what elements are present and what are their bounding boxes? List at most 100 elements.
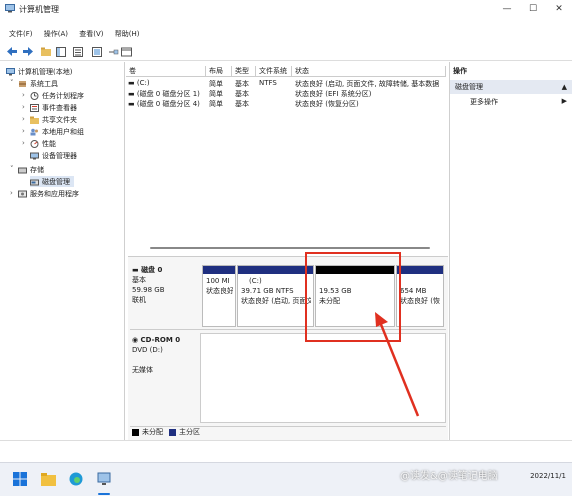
volume-name: (C:) (136, 79, 150, 87)
layout-cell: 简单 (209, 100, 223, 108)
disk0-info[interactable]: ▬ 磁盘 0 基本 59.98 GB 联机 (132, 265, 198, 305)
column-header-filesystem[interactable]: 文件系统 (256, 66, 292, 77)
tree-item-device-manager[interactable]: 设备管理器 (30, 150, 77, 161)
volume-icon: ▬ (128, 90, 137, 98)
status-cell: 状态良好 (启动, 页面文件, 故障转储, 基本数据 (295, 80, 440, 88)
title-bar: 计算机管理 — ☐ ✕ (0, 0, 572, 18)
tree-root[interactable]: 计算机管理(本地) (6, 66, 72, 77)
partition-label: (C:) (249, 277, 262, 285)
event-viewer-icon (30, 103, 39, 112)
tree-item-local-users[interactable]: 本地用户和组 (30, 126, 84, 137)
partition-efi[interactable]: 100 MI 状态良好 (202, 265, 236, 327)
tree-item-label: 设备管理器 (42, 151, 77, 160)
type-cell: 基本 (235, 80, 249, 88)
menu-help[interactable]: 帮助(H) (115, 29, 140, 39)
actions-header: 操作 (453, 67, 467, 75)
close-button[interactable]: ✕ (546, 0, 572, 18)
expand-chevron-icon[interactable]: › (10, 189, 13, 197)
annotation-arrow-icon (375, 312, 420, 417)
performance-icon (30, 139, 39, 148)
tree-item-shared-folders[interactable]: 共享文件夹 (30, 114, 77, 125)
type-cell: 基本 (235, 100, 249, 108)
status-cell: 状态良好 (EFI 系统分区) (295, 90, 372, 98)
help-icon[interactable] (91, 46, 102, 57)
tree-item-label: 共享文件夹 (42, 115, 77, 124)
cdrom0-name-row: ◉ CD-ROM 0 (132, 336, 181, 344)
menu-bar: 文件(F) 操作(A) 查看(V) 帮助(H) (0, 29, 572, 41)
back-arrow-icon[interactable] (6, 46, 17, 57)
partition-text: 100 MI 状态良好 (206, 276, 233, 296)
minimize-button[interactable]: — (494, 0, 520, 18)
expand-chevron-icon[interactable]: › (22, 115, 25, 123)
toolbar (0, 44, 572, 61)
clock-icon (30, 91, 39, 100)
disk-management-icon (30, 179, 39, 185)
storage-icon (18, 167, 27, 173)
computer-management-taskbar-icon[interactable] (96, 471, 112, 487)
clock-date: 2022/11/1 (530, 472, 566, 480)
layout-cell: 简单 (209, 80, 223, 88)
partition-c[interactable]: (C:) 39.71 GB NTFS 状态良好 (启动, 页面文 (237, 265, 314, 327)
actions-section-label: 磁盘管理 (455, 83, 483, 91)
partition-bar (397, 266, 443, 274)
tree-item-storage[interactable]: 存储 (18, 164, 44, 175)
expand-chevron-icon[interactable]: › (22, 127, 25, 135)
tree-item-disk-management[interactable]: 磁盘管理 (30, 176, 74, 187)
start-windows-icon[interactable] (12, 471, 28, 487)
collapse-triangle-icon[interactable]: ▲ (562, 80, 567, 94)
tree-item-system-tools[interactable]: 系统工具 (18, 78, 58, 89)
cdrom0-media: 无媒体 (132, 366, 153, 374)
column-header-type[interactable]: 类型 (232, 66, 256, 77)
tree-item-task-scheduler[interactable]: 任务计划程序 (30, 90, 84, 101)
expand-chevron-icon[interactable]: › (22, 91, 25, 99)
more-actions-item[interactable]: 更多操作 (470, 97, 498, 107)
system-clock[interactable]: 2022/11/1 (530, 471, 566, 481)
type-cell: 基本 (235, 90, 249, 98)
collapse-chevron-icon[interactable]: ˅ (10, 165, 14, 173)
volume-name: (磁盘 0 磁盘分区 4) (136, 100, 200, 108)
watermark: @读发&@读笔记电脑 (400, 471, 498, 482)
menu-view[interactable]: 查看(V) (79, 29, 103, 39)
view-icon[interactable] (121, 46, 132, 57)
tree-item-performance[interactable]: 性能 (30, 138, 56, 149)
maximize-button[interactable]: ☐ (520, 0, 546, 18)
collapse-chevron-icon[interactable]: ˅ (10, 79, 14, 87)
show-hide-tree-icon[interactable] (55, 46, 66, 57)
edge-browser-icon[interactable] (68, 471, 84, 487)
computer-management-icon (5, 4, 15, 13)
column-header-volume[interactable]: 卷 (126, 66, 206, 77)
services-icon (18, 190, 27, 197)
volume-cell: ▬ (C:) (128, 79, 206, 87)
actions-section-disk-management[interactable]: 磁盘管理 ▲ (450, 80, 572, 94)
submenu-arrow-icon[interactable]: ▶ (562, 97, 567, 105)
table-row[interactable]: ▬ (磁盘 0 磁盘分区 4) 简单 基本 状态良好 (恢复分区) (126, 99, 446, 109)
horizontal-scrollbar[interactable] (130, 245, 446, 251)
volume-name: (磁盘 0 磁盘分区 1) (136, 90, 200, 98)
file-explorer-icon[interactable] (40, 471, 56, 487)
legend-unallocated-swatch (132, 428, 139, 436)
tree-item-label: 性能 (42, 139, 56, 148)
partition-status: 状态良好 (启动, 页面文 (241, 297, 311, 305)
menu-action[interactable]: 操作(A) (44, 29, 68, 39)
menu-file[interactable]: 文件(F) (9, 29, 33, 39)
scrollbar-thumb[interactable] (150, 247, 430, 249)
cdrom0-info[interactable]: ◉ CD-ROM 0 DVD (D:) 无媒体 (132, 335, 198, 375)
tree-item-label: 存储 (30, 165, 44, 174)
column-header-status[interactable]: 状态 (292, 66, 446, 77)
tree-item-services[interactable]: 服务和应用程序 (18, 188, 79, 199)
column-header-layout[interactable]: 布局 (206, 66, 232, 77)
partition-bar (238, 266, 313, 274)
navigation-tree: 计算机管理(本地) ˅ 系统工具 › 任务计划程序 › 事件查看器 › 共享文件… (0, 62, 125, 440)
table-row[interactable]: ▬ (磁盘 0 磁盘分区 1) 简单 基本 状态良好 (EFI 系统分区) (126, 89, 446, 99)
partition-size: 654 MB (400, 287, 427, 295)
actions-pane: 操作 磁盘管理 ▲ 更多操作 ▶ (449, 62, 572, 440)
properties-icon[interactable] (72, 46, 83, 57)
tree-item-event-viewer[interactable]: 事件查看器 (30, 102, 77, 113)
expand-chevron-icon[interactable]: › (22, 103, 25, 111)
disk0-type: 基本 (132, 276, 146, 284)
connect-icon[interactable] (108, 46, 119, 57)
forward-arrow-icon[interactable] (22, 46, 33, 57)
up-folder-icon[interactable] (40, 46, 51, 57)
expand-chevron-icon[interactable]: › (22, 139, 25, 147)
table-row[interactable]: ▬ (C:) 简单 基本 NTFS 状态良好 (启动, 页面文件, 故障转储, … (126, 79, 446, 89)
